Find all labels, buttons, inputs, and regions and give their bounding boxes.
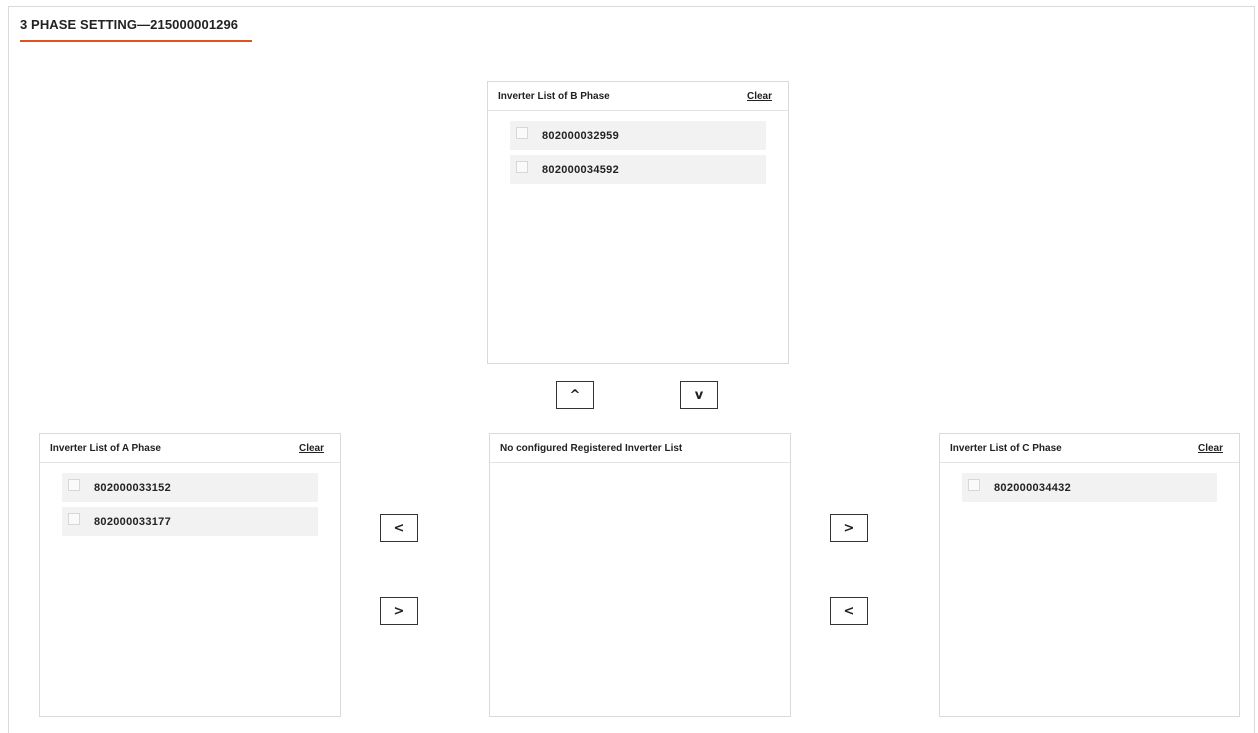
item-checkbox[interactable] <box>68 513 80 525</box>
move-from-b-phase-button[interactable]: v <box>680 381 718 409</box>
list-item[interactable]: 802000034432 <box>962 473 1217 502</box>
move-to-a-phase-button[interactable]: < <box>380 514 418 542</box>
item-checkbox[interactable] <box>68 479 80 491</box>
c-phase-list: 802000034432 <box>940 463 1239 502</box>
c-phase-panel: Inverter List of C Phase Clear 802000034… <box>939 433 1240 717</box>
item-checkbox[interactable] <box>516 127 528 139</box>
a-phase-panel-title: Inverter List of A Phase <box>50 442 161 454</box>
a-phase-list: 802000033152 802000033177 <box>40 463 340 536</box>
move-to-c-phase-button[interactable]: > <box>830 514 868 542</box>
item-label: 802000033177 <box>94 515 172 528</box>
a-phase-panel-header: Inverter List of A Phase Clear <box>40 434 340 463</box>
move-from-a-phase-button[interactable]: > <box>380 597 418 625</box>
move-to-b-phase-button[interactable]: ^ <box>556 381 594 409</box>
c-phase-clear-link[interactable]: Clear <box>1198 443 1223 454</box>
b-phase-panel-title: Inverter List of B Phase <box>498 90 610 102</box>
item-label: 802000032959 <box>542 129 620 142</box>
list-item[interactable]: 802000034592 <box>510 155 766 184</box>
item-label: 802000034592 <box>542 163 620 176</box>
unconfigured-panel-title: No configured Registered Inverter List <box>500 442 683 454</box>
unconfigured-inverter-panel: No configured Registered Inverter List <box>489 433 791 717</box>
b-phase-panel: Inverter List of B Phase Clear 802000032… <box>487 81 789 364</box>
a-phase-clear-link[interactable]: Clear <box>299 443 324 454</box>
item-label: 802000034432 <box>994 481 1072 494</box>
unconfigured-panel-header: No configured Registered Inverter List <box>490 434 790 463</box>
b-phase-panel-header: Inverter List of B Phase Clear <box>488 82 788 111</box>
move-from-c-phase-button[interactable]: < <box>830 597 868 625</box>
page-title: 3 PHASE SETTING—215000001296 <box>20 17 239 32</box>
title-underline <box>20 40 252 42</box>
c-phase-panel-header: Inverter List of C Phase Clear <box>940 434 1239 463</box>
item-checkbox[interactable] <box>516 161 528 173</box>
a-phase-panel: Inverter List of A Phase Clear 802000033… <box>39 433 341 717</box>
list-item[interactable]: 802000032959 <box>510 121 766 150</box>
item-checkbox[interactable] <box>968 479 980 491</box>
b-phase-clear-link[interactable]: Clear <box>747 91 772 102</box>
unconfigured-list <box>490 463 790 473</box>
b-phase-list: 802000032959 802000034592 <box>488 111 788 184</box>
c-phase-panel-title: Inverter List of C Phase <box>950 442 1062 454</box>
item-label: 802000033152 <box>94 481 172 494</box>
list-item[interactable]: 802000033152 <box>62 473 318 502</box>
list-item[interactable]: 802000033177 <box>62 507 318 536</box>
